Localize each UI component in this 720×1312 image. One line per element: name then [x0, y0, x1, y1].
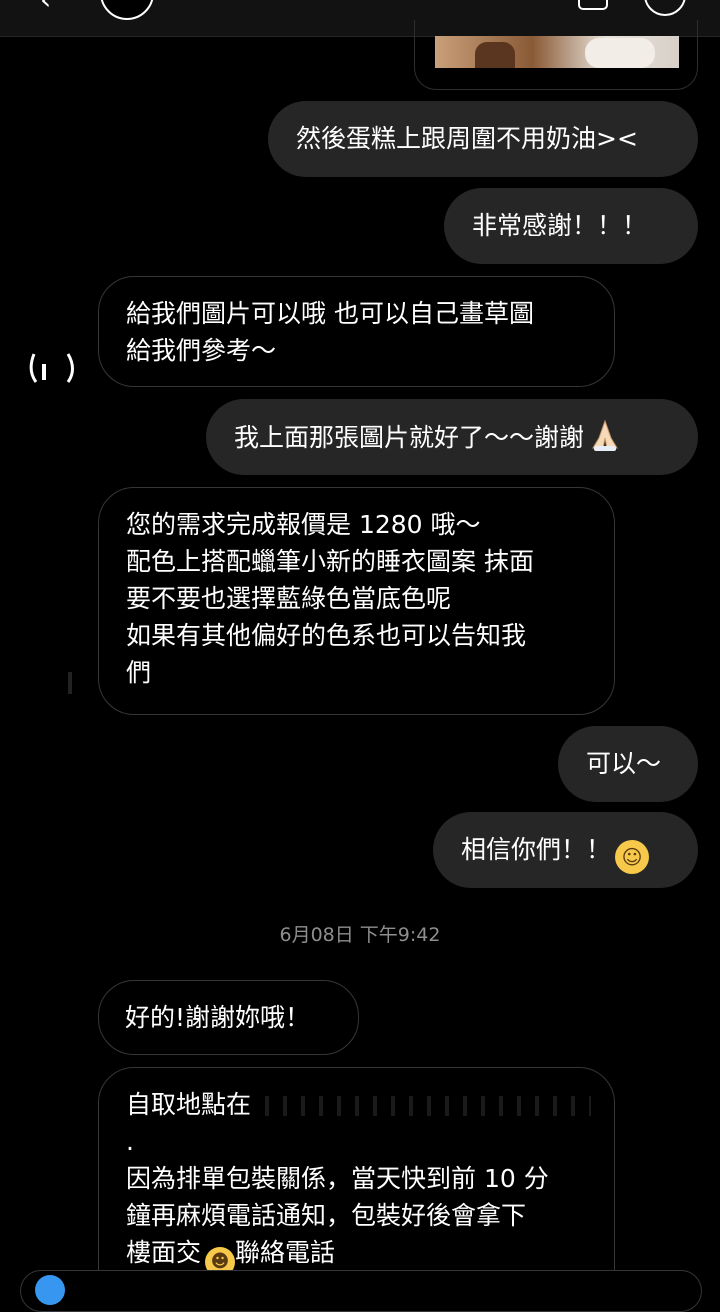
message-line: 配色上搭配蠟筆小新的睡衣圖案 抹面	[126, 547, 534, 576]
message-line: 給我們圖片可以哦 也可以自己畫草圖	[126, 299, 534, 328]
folded-hands-emoji	[588, 418, 622, 452]
received-message[interactable]: 給我們圖片可以哦 也可以自己畫草圖 給我們參考～	[98, 276, 615, 387]
message-line: 鐘再麻煩電話通知，包裝好後會拿下	[126, 1201, 527, 1230]
message-line: 要不要也選擇藍綠色當底色呢	[126, 584, 452, 613]
shared-photo-message[interactable]	[414, 20, 698, 90]
sent-message[interactable]: 可以～	[558, 726, 698, 802]
message-line: 如果有其他偏好的色系也可以告知我	[126, 621, 527, 650]
message-line: 們	[126, 658, 152, 687]
back-arrow-icon[interactable]: ‹	[40, 0, 51, 14]
message-text: 然後蛋糕上跟周圍不用奶油><	[296, 124, 638, 153]
sent-message[interactable]: 非常感謝！！！	[444, 188, 698, 264]
received-message[interactable]: 您的需求完成報價是 1280 哦～ 配色上搭配蠟筆小新的睡衣圖案 抹面 要不要也…	[98, 487, 615, 715]
message-text: 可以～	[586, 749, 662, 778]
message-line: 您的需求完成報價是 1280 哦～	[126, 510, 481, 539]
contact-avatar[interactable]	[100, 0, 154, 20]
message-text: 好的!謝謝妳哦！	[125, 1003, 311, 1032]
message-composer[interactable]	[20, 1270, 702, 1312]
message-line: 自取地點在	[126, 1086, 592, 1123]
sent-message[interactable]: 相信你們！！ ☺	[433, 812, 698, 888]
message-text: 非常感謝！！！	[472, 211, 648, 240]
sender-avatar[interactable]	[28, 350, 76, 386]
laughing-tears-emoji: ☺	[615, 840, 650, 874]
received-message[interactable]: 好的!謝謝妳哦！	[98, 980, 359, 1055]
sender-avatar[interactable]	[68, 672, 72, 694]
info-icon[interactable]	[644, 0, 686, 16]
sent-message[interactable]: 然後蛋糕上跟周圍不用奶油><	[268, 101, 698, 177]
message-line: 給我們參考～	[126, 336, 277, 365]
sent-message[interactable]: 我上面那張圖片就好了～～謝謝	[206, 399, 698, 475]
message-line: .	[126, 1127, 134, 1156]
redacted-text	[251, 1096, 592, 1116]
message-timestamp: 6月08日 下午9:42	[279, 924, 441, 946]
message-text: 我上面那張圖片就好了～～謝謝	[234, 423, 585, 452]
video-icon[interactable]	[578, 0, 608, 10]
message-text: 相信你們！！	[461, 835, 612, 864]
message-line: 因為排單包裝關係，當天快到前 10 分	[126, 1164, 549, 1193]
shared-photo[interactable]	[435, 36, 679, 68]
